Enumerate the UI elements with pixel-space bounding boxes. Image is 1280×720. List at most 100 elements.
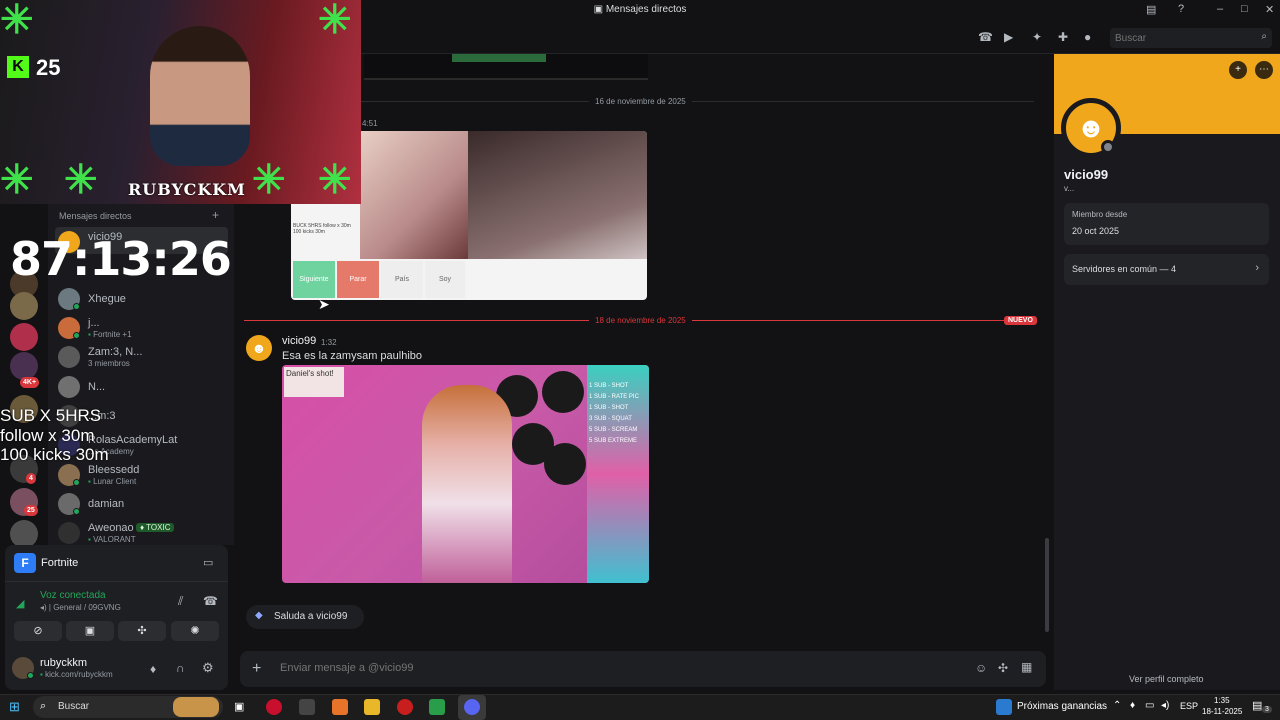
dm-item-bleessedd[interactable]: Bleessedd ▪ Lunar Client bbox=[58, 462, 228, 488]
toxic-tag: ♦ TOXIC bbox=[136, 523, 175, 532]
discord-taskbar-item[interactable] bbox=[458, 695, 486, 720]
dm-item-xhegue[interactable]: Xhegue bbox=[58, 286, 228, 312]
server-icon[interactable] bbox=[10, 292, 38, 320]
file-explorer-icon[interactable] bbox=[364, 699, 380, 715]
avatar bbox=[58, 376, 80, 398]
obs-icon[interactable] bbox=[299, 699, 315, 715]
add-friend-icon[interactable]: + bbox=[1229, 61, 1247, 79]
side-panel: 1 SUB - SHOT 1 SUB - RATE PIC 1 SUB - SH… bbox=[587, 365, 649, 583]
camera-toggle-button[interactable]: ⊘ bbox=[14, 621, 62, 641]
full-profile-link[interactable]: Ver perfil completo bbox=[1129, 674, 1204, 684]
taskbar-search[interactable]: ⌕ Buscar bbox=[33, 696, 223, 718]
overlay-line: 100 kicks 30m bbox=[0, 445, 109, 464]
video-call-icon[interactable]: ▶ bbox=[1004, 30, 1013, 44]
leaf-decoration: ✳ bbox=[318, 0, 352, 42]
mutual-servers-card[interactable]: Servidores en común — 4 › bbox=[1064, 254, 1269, 285]
screen-share-button[interactable]: ▣ bbox=[66, 621, 114, 641]
avatar bbox=[58, 522, 80, 544]
search-box[interactable]: ⌕ bbox=[1110, 28, 1272, 49]
image-attachment[interactable]: Daniel's shot! 1 SUB - SHOT 1 SUB - RATE… bbox=[282, 365, 649, 583]
message-author-avatar[interactable]: ☻ bbox=[246, 335, 272, 361]
store-icon[interactable] bbox=[429, 699, 445, 715]
activity-game: Fortnite bbox=[41, 557, 79, 569]
user-profile-icon[interactable]: ● bbox=[1084, 30, 1091, 44]
server-icon[interactable] bbox=[10, 323, 38, 351]
apps-icon[interactable]: ✣ bbox=[998, 661, 1008, 675]
leaf-decoration: ✳ bbox=[64, 158, 98, 202]
server-icon[interactable] bbox=[10, 352, 38, 380]
fortnite-icon: F bbox=[14, 553, 36, 573]
dm-item-group[interactable]: Zam:3, N... 3 miembros bbox=[58, 344, 228, 370]
help-icon[interactable]: ? bbox=[1178, 3, 1184, 15]
dm-item-n[interactable]: N... bbox=[58, 374, 228, 400]
dm-header: Mensajes directos bbox=[59, 211, 132, 221]
dm-item-aweonao[interactable]: Aweonao ♦ TOXIC ▪ VALORANT bbox=[58, 520, 228, 546]
scrollbar[interactable] bbox=[1045, 538, 1049, 632]
emoji-icon[interactable]: ☺ bbox=[975, 661, 987, 675]
voice-call-icon[interactable]: ☎ bbox=[978, 30, 993, 44]
wave-button[interactable]: ◆ Saluda a vicio99 bbox=[246, 605, 364, 629]
activity-options-icon[interactable]: ▭ bbox=[203, 556, 213, 569]
language-indicator[interactable]: ESP bbox=[1180, 701, 1198, 711]
inbox-icon[interactable]: ▤ bbox=[1146, 3, 1156, 16]
gift-icon[interactable]: ▦ bbox=[1021, 660, 1032, 674]
new-dm-button[interactable]: + bbox=[212, 208, 219, 222]
opera-icon[interactable] bbox=[266, 699, 282, 715]
activities-button[interactable]: ✣ bbox=[118, 621, 166, 641]
mouse-cursor-icon: ➤ bbox=[318, 296, 330, 312]
online-status bbox=[27, 672, 34, 679]
message-input[interactable] bbox=[278, 658, 878, 678]
mic-icon[interactable]: ♦ bbox=[150, 662, 156, 676]
dm-item-j[interactable]: j... ▪ Fortnite +1 bbox=[58, 315, 228, 341]
leaf-decoration: ✳ bbox=[0, 0, 34, 42]
settings-gear-icon[interactable]: ⚙ bbox=[202, 660, 214, 676]
member-since-card: Miembro desde 20 oct 2025 bbox=[1064, 203, 1269, 245]
news-text[interactable]: Próximas ganancias bbox=[1017, 701, 1107, 712]
pais-button: País bbox=[381, 261, 423, 298]
mic-tray-icon[interactable]: ♦ bbox=[1130, 700, 1135, 711]
volume-icon[interactable]: ◂) bbox=[1161, 700, 1169, 711]
search-icon: ⌕ bbox=[40, 700, 47, 712]
clock-date[interactable]: 18-11-2025 bbox=[1202, 707, 1242, 716]
clock-time[interactable]: 1:35 bbox=[1214, 696, 1230, 705]
kick-count: 25 bbox=[36, 55, 61, 80]
message-author[interactable]: vicio99 bbox=[282, 335, 316, 347]
windows-start-icon[interactable]: ⊞ bbox=[9, 699, 20, 715]
disconnect-icon[interactable]: ☎ bbox=[203, 594, 218, 608]
signal-icon: ◢ bbox=[16, 598, 25, 610]
task-view-icon[interactable]: ▣ bbox=[234, 700, 244, 713]
overlay-line: SUB X 5HRS bbox=[0, 406, 102, 425]
server-icon[interactable] bbox=[10, 520, 38, 548]
vinyl-record bbox=[544, 443, 586, 485]
headphones-icon[interactable]: ∩ bbox=[176, 661, 185, 675]
unread-badge: 25 bbox=[24, 505, 38, 516]
more-options-icon[interactable]: ⋯ bbox=[1255, 61, 1273, 79]
add-friends-icon[interactable]: ✚ bbox=[1058, 30, 1068, 44]
streamer-name: RUBYCKKM bbox=[128, 180, 246, 199]
minimize-button[interactable]: – bbox=[1217, 3, 1223, 15]
date-divider-label: 18 de noviembre de 2025 bbox=[589, 316, 692, 325]
pin-icon[interactable]: ✦ bbox=[1032, 30, 1042, 44]
message-time: 1:32 bbox=[321, 338, 337, 347]
soy-button: Soy bbox=[425, 261, 465, 298]
search-input[interactable] bbox=[1110, 28, 1240, 49]
unread-badge: 4K+ bbox=[20, 377, 40, 388]
notification-count: 3 bbox=[1262, 706, 1272, 713]
chevron-up-icon[interactable]: ⌃ bbox=[1113, 700, 1121, 711]
dm-item-damian[interactable]: damian bbox=[58, 491, 228, 517]
app-icon[interactable] bbox=[332, 699, 348, 715]
profile-status: v... bbox=[1064, 184, 1075, 193]
notifications-icon[interactable]: ▤ bbox=[1252, 699, 1262, 712]
attach-plus-icon[interactable]: + bbox=[252, 660, 261, 678]
network-icon[interactable]: ▭ bbox=[1145, 700, 1154, 711]
close-button[interactable]: ✕ bbox=[1265, 3, 1274, 16]
news-icon[interactable] bbox=[996, 699, 1012, 715]
profile-name: vicio99 bbox=[1064, 167, 1109, 182]
maximize-button[interactable]: □ bbox=[1241, 3, 1248, 15]
soundboard-button[interactable]: ✺ bbox=[171, 621, 219, 641]
previous-attachment[interactable] bbox=[364, 54, 648, 80]
app-icon[interactable] bbox=[397, 699, 413, 715]
noise-suppression-icon[interactable]: ⫽ bbox=[178, 594, 183, 609]
search-highlight-image bbox=[173, 697, 219, 717]
parar-button: Parar bbox=[337, 261, 379, 298]
